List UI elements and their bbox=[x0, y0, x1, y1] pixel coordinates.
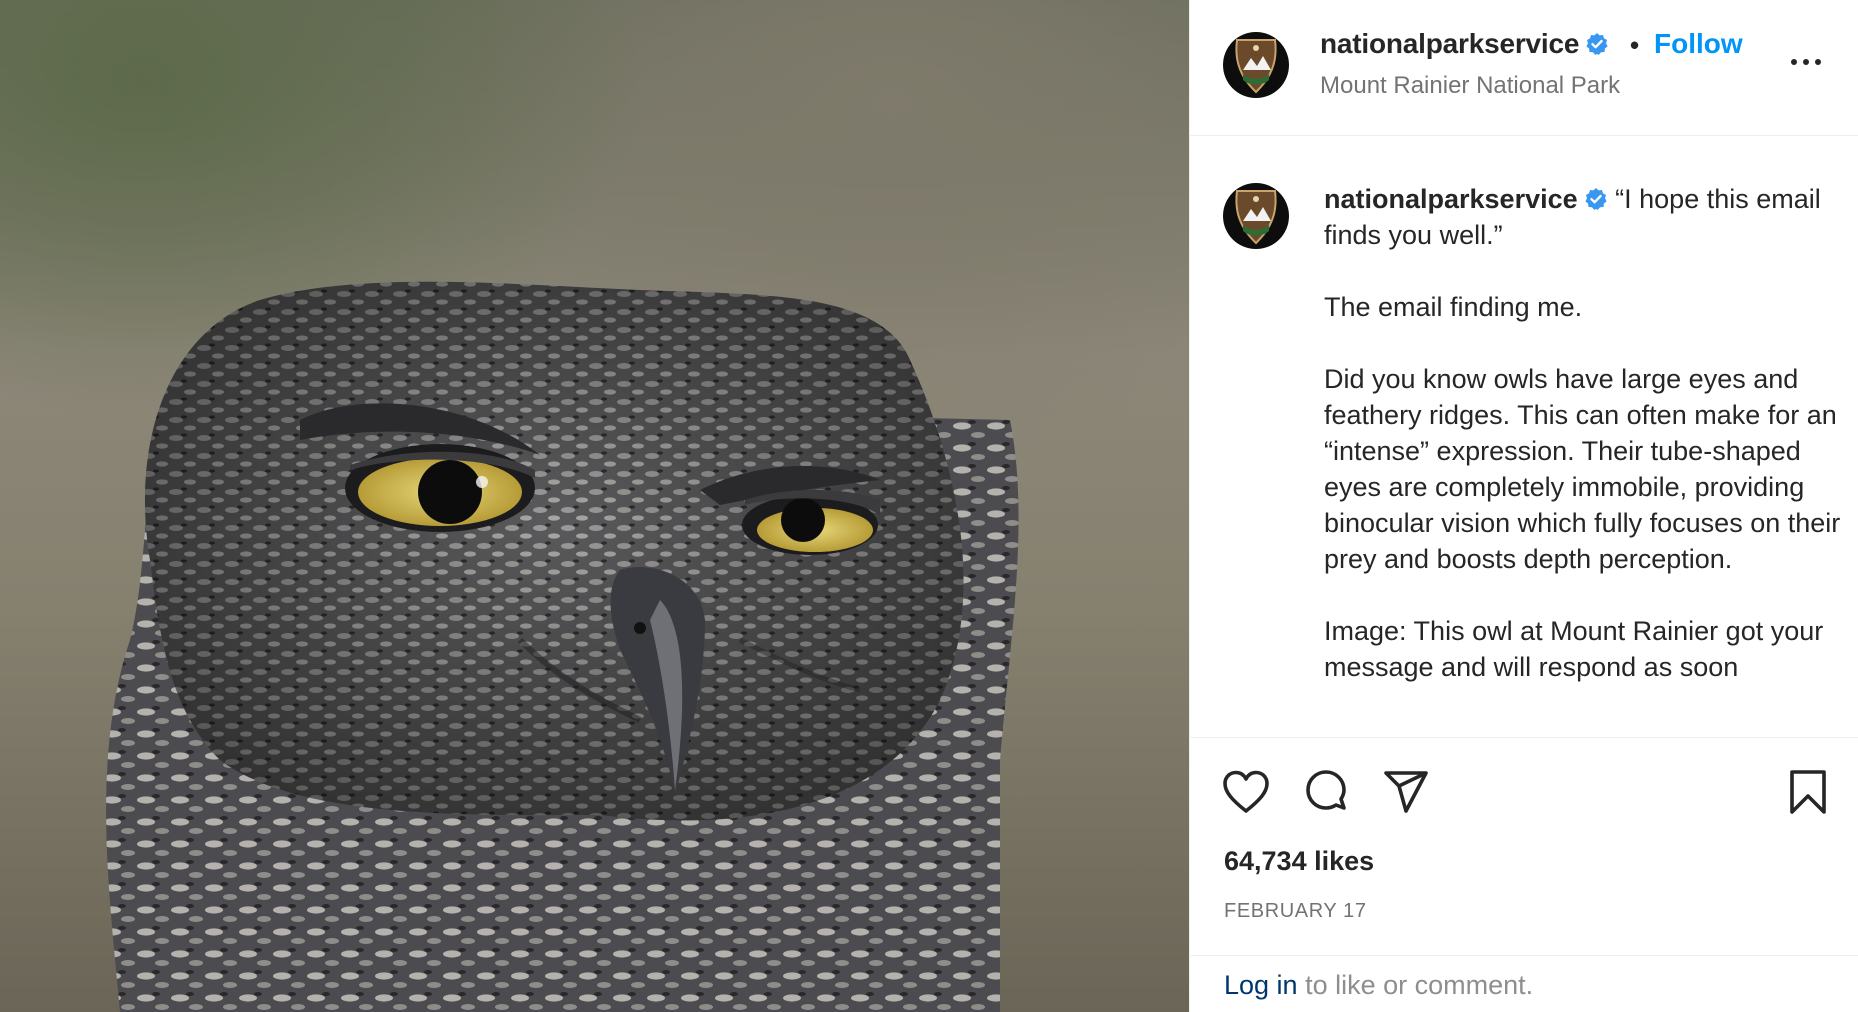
post-actions: 64,734 likes FEBRUARY 17 bbox=[1190, 737, 1858, 955]
login-prompt: Log in to like or comment. bbox=[1190, 955, 1858, 1012]
more-options-icon[interactable] bbox=[1786, 52, 1826, 72]
caption-avatar[interactable] bbox=[1223, 183, 1289, 249]
login-rest-text: to like or comment. bbox=[1297, 970, 1534, 1000]
post-photo[interactable] bbox=[0, 0, 1189, 1012]
header-username-text[interactable]: nationalparkservice bbox=[1320, 28, 1579, 59]
post-date[interactable]: FEBRUARY 17 bbox=[1224, 900, 1367, 923]
bookmark-icon[interactable] bbox=[1782, 766, 1834, 818]
caption-username[interactable]: nationalparkservice bbox=[1324, 184, 1578, 214]
verified-badge-icon bbox=[1586, 33, 1608, 55]
post-side-panel: nationalparkservice • Follow Mount Raini… bbox=[1189, 0, 1858, 1012]
avatar[interactable] bbox=[1223, 32, 1289, 98]
caption-paragraph: Image: This owl at Mount Rainier got you… bbox=[1324, 616, 1824, 682]
verified-badge-icon bbox=[1585, 188, 1607, 210]
login-link[interactable]: Log in bbox=[1224, 970, 1298, 1000]
location-link[interactable]: Mount Rainier National Park bbox=[1320, 72, 1620, 100]
owl-illustration bbox=[106, 281, 1019, 1012]
login-text: Log in to like or comment. bbox=[1224, 970, 1533, 1001]
nps-arrowhead-logo bbox=[1235, 190, 1277, 245]
caption-paragraph: Did you know owls have large eyes and fe… bbox=[1324, 364, 1841, 574]
follow-button[interactable]: Follow bbox=[1654, 28, 1743, 60]
nps-arrowhead-logo bbox=[1235, 39, 1277, 94]
heart-icon[interactable] bbox=[1220, 766, 1272, 818]
likes-count[interactable]: 64,734 likes bbox=[1224, 846, 1374, 877]
caption-text: nationalparkservice “I hope this email f… bbox=[1324, 181, 1844, 721]
caption-area: nationalparkservice “I hope this email f… bbox=[1190, 137, 1858, 737]
separator-dot: • bbox=[1630, 30, 1640, 60]
comment-icon[interactable] bbox=[1300, 766, 1352, 818]
share-icon[interactable] bbox=[1380, 766, 1432, 818]
post-header: nationalparkservice • Follow Mount Raini… bbox=[1190, 0, 1858, 136]
header-username[interactable]: nationalparkservice bbox=[1320, 28, 1609, 60]
caption-paragraph: The email finding me. bbox=[1324, 292, 1583, 322]
